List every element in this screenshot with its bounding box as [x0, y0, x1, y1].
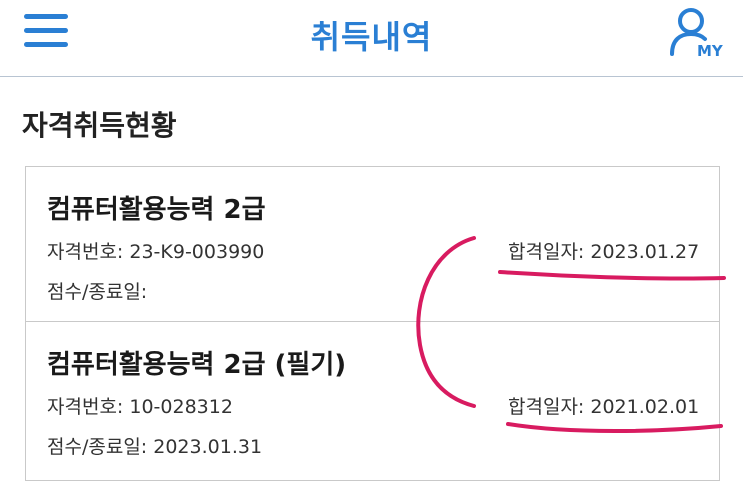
score-end-date: 점수/종료일: 2023.01.31: [47, 432, 262, 459]
cert-number-label: 자격번호:: [47, 396, 124, 418]
score-value: 2023.01.31: [153, 436, 263, 458]
cert-number-value: 10-028312: [129, 396, 233, 418]
my-page-button[interactable]: MY: [668, 6, 726, 60]
pass-date-label: 합격일자:: [508, 396, 585, 418]
page-title: 취득내역: [310, 18, 433, 56]
cert-number-value: 23-K9-003990: [129, 241, 265, 263]
score-label: 점수/종료일:: [47, 436, 148, 458]
pass-date-label: 합격일자:: [508, 241, 585, 263]
cert-name: 컴퓨터활용능력 2급 (필기): [47, 350, 347, 380]
cert-card[interactable]: 컴퓨터활용능력 2급 자격번호: 23-K9-003990 합격일자: 2023…: [25, 166, 720, 322]
app-header: 취득내역 MY: [0, 0, 743, 77]
pass-date: 합격일자: 2023.01.27: [508, 237, 699, 264]
cert-number: 자격번호: 23-K9-003990: [47, 237, 264, 264]
score-label: 점수/종료일:: [47, 281, 148, 303]
cert-name: 컴퓨터활용능력 2급: [47, 195, 266, 225]
pass-date-value: 2023.01.27: [590, 241, 700, 263]
pass-date-value: 2021.02.01: [590, 396, 700, 418]
section-title: 자격취득현황: [22, 109, 177, 142]
score-end-date: 점수/종료일:: [47, 277, 147, 304]
cert-number: 자격번호: 10-028312: [47, 392, 233, 419]
cert-card[interactable]: 컴퓨터활용능력 2급 (필기) 자격번호: 10-028312 합격일자: 20…: [25, 321, 720, 481]
my-label: MY: [697, 42, 724, 60]
user-icon: MY: [670, 8, 724, 60]
cert-number-label: 자격번호:: [47, 241, 124, 263]
pass-date: 합격일자: 2021.02.01: [508, 392, 699, 419]
